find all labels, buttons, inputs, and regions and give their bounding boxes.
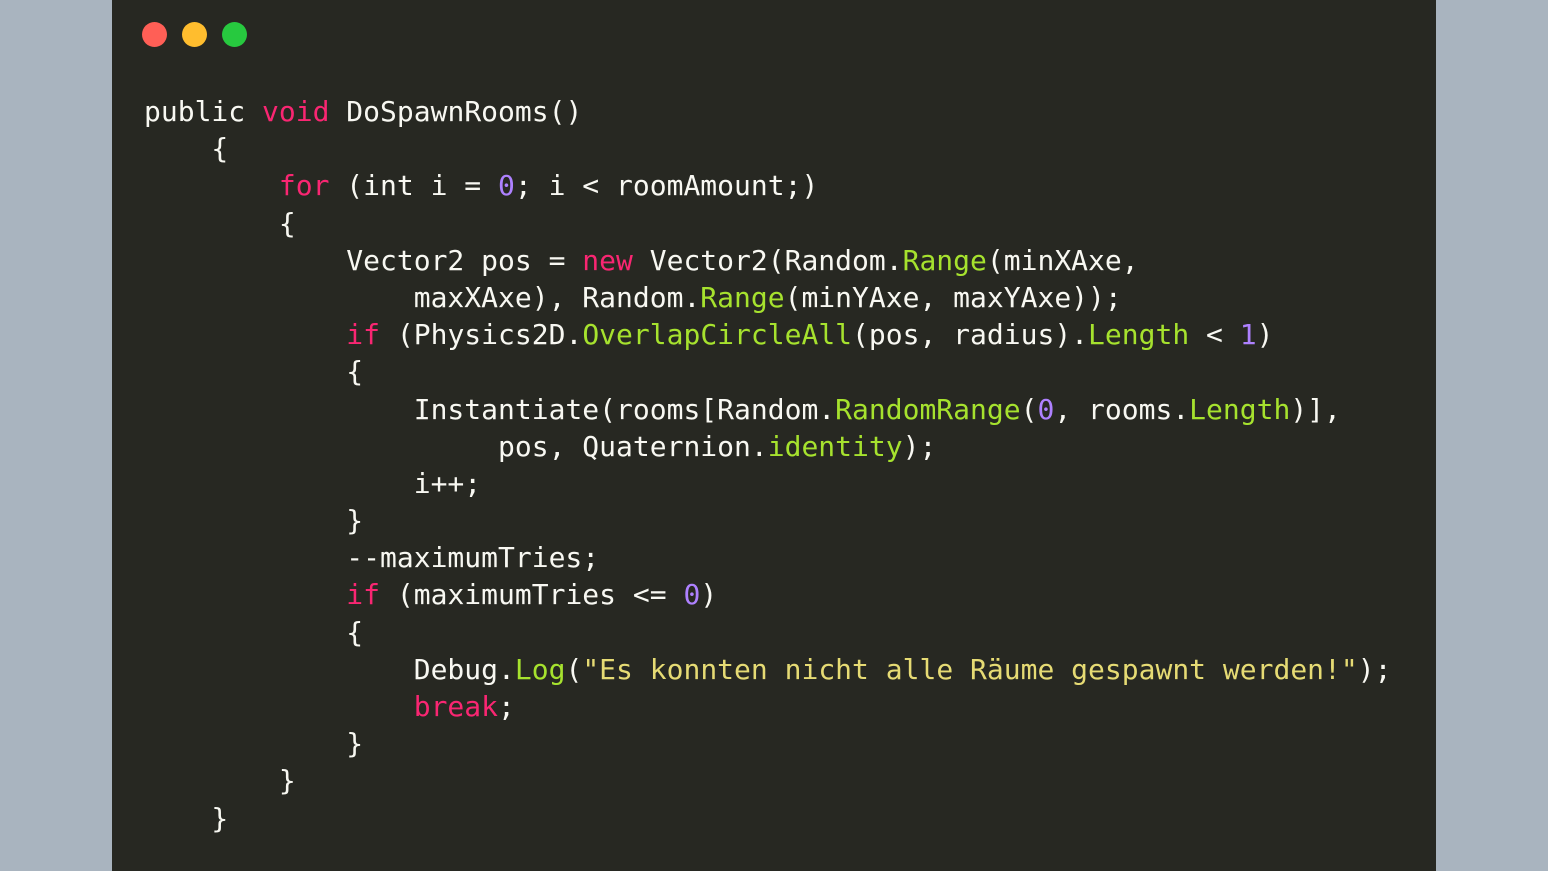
code-token: public — [144, 95, 263, 128]
code-token: } — [144, 727, 364, 761]
maximize-button[interactable] — [222, 22, 247, 47]
code-token: Instantiate(rooms[Random. — [144, 392, 836, 426]
code-line: i++; — [144, 465, 1391, 502]
code-line: Instantiate(rooms[Random.RandomRange(0, … — [144, 391, 1391, 428]
code-token: identity — [767, 429, 903, 463]
code-line: if (Physics2D.OverlapCircleAll(pos, radi… — [144, 316, 1391, 353]
code-line: } — [144, 800, 1391, 837]
code-line: } — [144, 725, 1391, 762]
code-token: OverlapCircleAll — [582, 318, 853, 352]
code-token: 1 — [1239, 318, 1257, 352]
code-token: { — [144, 355, 364, 389]
code-token: ) — [1256, 318, 1274, 352]
code-line: } — [144, 502, 1391, 539]
code-token: } — [144, 504, 364, 538]
code-token: DoSpawnRooms() — [329, 95, 583, 128]
code-token: ( — [1020, 392, 1038, 426]
code-token: (int i = — [329, 169, 499, 203]
code-line: { — [144, 614, 1391, 651]
code-token: 0 — [683, 578, 701, 612]
code-token: Range — [902, 243, 987, 277]
code-token: { — [144, 206, 296, 240]
code-line: for (int i = 0; i < roomAmount;) — [144, 167, 1391, 204]
code-token: Length — [1189, 392, 1291, 426]
code-line: } — [144, 762, 1391, 799]
code-line: public void DoSpawnRooms() — [144, 93, 1391, 130]
code-token: , rooms. — [1054, 392, 1190, 426]
code-line: Debug.Log("Es konnten nicht alle Räume g… — [144, 651, 1392, 688]
code-window: public void DoSpawnRooms() { for (int i … — [112, 0, 1436, 871]
code-token: Vector2(Random. — [632, 243, 903, 277]
code-token: --maximumTries; — [144, 541, 600, 575]
code-line: { — [144, 130, 1391, 167]
code-line: break; — [144, 688, 1391, 725]
code-token: RandomRange — [835, 392, 1021, 426]
code-token: new — [582, 243, 633, 277]
code-token: )], — [1290, 392, 1341, 426]
code-token: ); — [902, 429, 937, 463]
code-token: break — [413, 690, 499, 723]
code-line: { — [144, 205, 1391, 242]
code-token: Range — [700, 280, 785, 314]
code-token: (maximumTries <= — [380, 578, 684, 612]
code-token: Debug. — [144, 652, 515, 686]
code-token: (pos, radius). — [852, 318, 1089, 352]
code-token: Vector2 pos = — [144, 243, 583, 277]
code-token: 0 — [498, 169, 515, 203]
minimize-button[interactable] — [182, 22, 207, 47]
code-line: maxXAxe), Random.Range(minYAxe, maxYAxe)… — [144, 279, 1391, 316]
code-line: --maximumTries; — [144, 539, 1391, 576]
code-line: if (maximumTries <= 0) — [144, 576, 1391, 613]
code-token: ( — [565, 652, 583, 686]
code-token: < — [1189, 318, 1240, 352]
code-token: i++; — [144, 466, 482, 500]
code-token: Length — [1088, 318, 1190, 352]
code-token: (Physics2D. — [380, 318, 583, 352]
code-line: { — [144, 353, 1391, 390]
code-token: 0 — [1037, 392, 1055, 426]
code-line: pos, Quaternion.identity); — [144, 428, 1391, 465]
code-token: pos, Quaternion. — [144, 429, 768, 463]
code-token: ; i < roomAmount;) — [514, 169, 819, 203]
code-token: Log — [514, 652, 566, 686]
code-token: ); — [1357, 652, 1392, 686]
code-token: (minXAxe, — [986, 243, 1139, 277]
code-token: } — [144, 801, 229, 835]
code-token: "Es konnten nicht alle Räume gespawnt we… — [582, 652, 1358, 686]
code-line: Vector2 pos = new Vector2(Random.Range(m… — [144, 242, 1391, 279]
code-token: (minYAxe, maxYAxe)); — [784, 280, 1122, 314]
code-token: if — [346, 578, 381, 612]
code-token: { — [144, 615, 364, 649]
code-token: for — [278, 169, 330, 203]
code-token: { — [144, 132, 229, 166]
code-block: public void DoSpawnRooms() { for (int i … — [144, 93, 1391, 837]
close-button[interactable] — [142, 22, 167, 47]
code-token: ; — [498, 690, 515, 723]
code-token: maxXAxe), Random. — [144, 280, 701, 314]
code-token: ) — [700, 578, 718, 612]
code-token: void — [262, 95, 330, 128]
code-token: } — [144, 764, 296, 798]
code-token: if — [346, 318, 381, 352]
